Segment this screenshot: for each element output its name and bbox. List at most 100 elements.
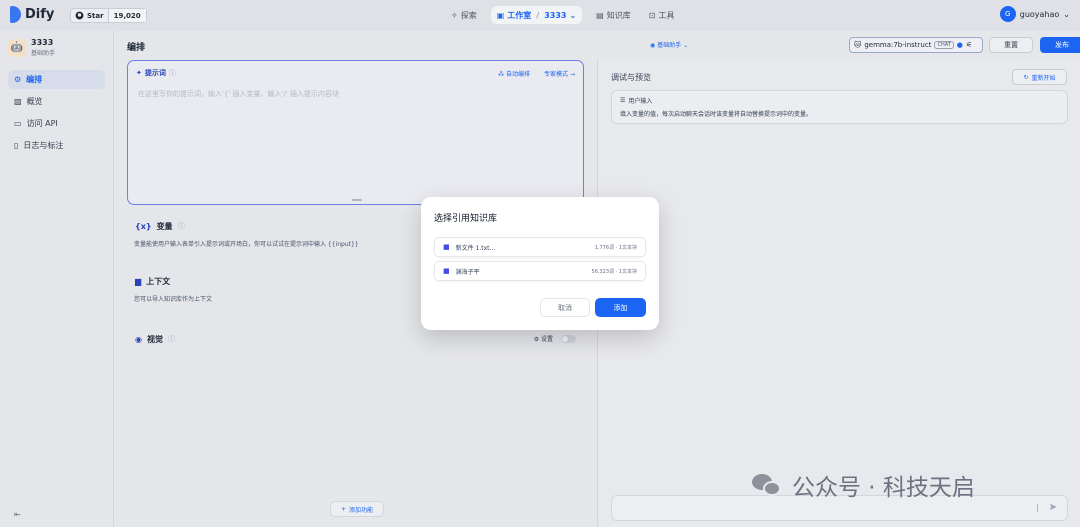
dify-logo-icon <box>10 6 21 23</box>
knowledge-name: 新文件 1.txt... <box>455 244 496 252</box>
robot-icon: 🤖 <box>8 38 26 57</box>
compass-icon: ✧ <box>451 10 458 20</box>
sidebar-item-label: 概览 <box>26 97 43 106</box>
sliders-icon[interactable]: ⚟ <box>966 41 972 49</box>
dify-logo[interactable]: Dify <box>10 6 54 23</box>
app-sidebar: 🤖 3333 基础助手 ⚙ 编排 ▨ 概览 ▭ 访问 API ▯ 日志与标注 ⇤ <box>0 31 114 527</box>
github-star-button[interactable]: Star 19,020 <box>70 8 147 23</box>
sidebar-item-api[interactable]: ▭ 访问 API <box>8 114 105 133</box>
expert-mode-button[interactable]: 专家模式 → <box>544 69 575 78</box>
user-input-desc: 填入变量的值，每次启动聊天会话时该变量将自动替换提示词中的变量。 <box>620 111 813 118</box>
refresh-icon: ↻ <box>1023 73 1029 81</box>
vision-settings-button[interactable]: ⚙ 设置 <box>534 334 553 343</box>
chevron-down-icon: ⌄ <box>1063 9 1070 19</box>
restart-button[interactable]: ↻ 重新开始 <box>1012 69 1067 85</box>
restart-label: 重新开始 <box>1031 74 1056 82</box>
sidebar-item-label: 日志与标注 <box>23 141 64 150</box>
prompt-editor[interactable]: ✦ 提示词 ⓘ ⁂ 自动编排 专家模式 → 在这里写你的提示词，输入'{' 插入… <box>127 60 584 205</box>
nav-knowledge[interactable]: ▤ 知识库 <box>592 6 635 24</box>
add-feature-label: 添加功能 <box>349 506 374 514</box>
nav-studio-label: 工作室 <box>507 10 532 20</box>
reset-button[interactable]: 重置 <box>989 37 1033 53</box>
sidebar-item-overview[interactable]: ▨ 概览 <box>8 92 105 111</box>
vision-settings-label: 设置 <box>540 336 553 343</box>
select-knowledge-modal: 选择引用知识库 ■ 新文件 1.txt... 1,776词 · 1文本块 ■ 渊… <box>421 197 659 330</box>
sidebar-item-label: 访问 API <box>26 119 58 128</box>
wechat-icon <box>752 472 784 498</box>
avatar: G <box>999 6 1016 22</box>
app-type: 基础助手 <box>31 50 56 57</box>
folder-icon: ■ <box>443 243 450 251</box>
prompt-label-text: 提示词 <box>144 69 166 77</box>
folder-icon: ■ <box>443 267 450 275</box>
main-header: 编排 ◉ 基础助手 ⌄ 🐱 gemma:7b-instruct CHAT ● ⚟… <box>115 31 1080 59</box>
debug-title: 调试与预览 <box>611 73 651 82</box>
knowledge-item[interactable]: ■ 新文件 1.txt... 1,776词 · 1文本块 <box>434 237 646 257</box>
star-count: 19,020 <box>113 11 141 20</box>
sparkle-icon: ✦ <box>136 69 142 77</box>
nav-explore[interactable]: ✧ 探索 <box>447 6 481 24</box>
vision-toggle[interactable] <box>561 334 576 343</box>
help-icon[interactable]: ⓘ <box>168 334 175 344</box>
chevron-down-icon: ⌄ <box>569 10 577 20</box>
help-icon[interactable]: ⓘ <box>169 68 176 78</box>
vision-title: 视觉 <box>146 334 163 344</box>
prompt-header: ✦ 提示词 ⓘ ⁂ 自动编排 专家模式 → <box>128 61 583 85</box>
input-divider-icon: | <box>1036 503 1039 512</box>
status-dot-icon: ● <box>956 41 963 49</box>
user-input-title: ☰ 用户输入 <box>620 96 1059 105</box>
nav-tools[interactable]: ⊡ 工具 <box>645 6 679 24</box>
chat-badge: CHAT <box>934 41 954 49</box>
assistant-mode-label: 基础助手 <box>657 42 682 49</box>
cancel-button[interactable]: 取消 <box>540 298 590 317</box>
collapse-sidebar-icon[interactable]: ⇤ <box>14 510 21 519</box>
magic-icon: ⁂ <box>498 70 507 78</box>
auto-orchestrate-label: 自动编排 <box>506 70 531 78</box>
variables-title: 变量 <box>156 221 173 231</box>
arrow-right-icon: → <box>568 70 575 78</box>
context-title: 上下文 <box>146 276 171 286</box>
help-icon[interactable]: ⓘ <box>178 221 185 231</box>
app-header: 🤖 3333 基础助手 <box>0 31 113 64</box>
user-input-title-text: 用户输入 <box>628 98 653 105</box>
plus-icon: + <box>340 505 346 513</box>
nav-knowledge-label: 知识库 <box>606 10 631 20</box>
watermark: 公众号 · 科技天启 <box>752 468 975 502</box>
assistant-mode-select[interactable]: ◉ 基础助手 ⌄ <box>650 40 688 49</box>
debug-preview-panel: 调试与预览 ↻ 重新开始 ☰ 用户输入 填入变量的值，每次启动聊天会话时该变量将自… <box>597 59 1080 527</box>
model-name: gemma:7b-instruct <box>864 41 932 49</box>
chart-icon: ▨ <box>14 97 22 106</box>
sidebar-item-label: 编排 <box>26 75 43 84</box>
nav-app-label[interactable]: 3333 <box>544 11 566 20</box>
list-icon: ☰ <box>620 97 626 104</box>
document-icon: ▆ <box>135 276 142 286</box>
briefcase-icon: ⊡ <box>648 10 656 20</box>
watermark-text: 公众号 · 科技天启 <box>792 475 975 501</box>
file-icon: ▯ <box>14 141 19 150</box>
sidebar-item-logs[interactable]: ▯ 日志与标注 <box>8 136 105 155</box>
knowledge-meta: 1,776词 · 1文本块 <box>594 244 637 251</box>
publish-button[interactable]: 发布 <box>1040 37 1080 53</box>
expert-mode-label: 专家模式 <box>544 70 569 78</box>
add-button[interactable]: 添加 <box>595 298 646 317</box>
gear-icon: ⚙ <box>533 336 541 343</box>
add-feature-button[interactable]: + 添加功能 <box>330 501 384 517</box>
user-input-card: ☰ 用户输入 填入变量的值，每次启动聊天会话时该变量将自动替换提示词中的变量。 <box>611 90 1068 124</box>
sidebar-item-orchestrate[interactable]: ⚙ 编排 <box>8 70 105 89</box>
user-menu[interactable]: G guoyahao ⌄ <box>999 6 1070 22</box>
auto-orchestrate-button[interactable]: ⁂ 自动编排 <box>498 69 530 78</box>
nav-tools-label: 工具 <box>658 10 675 20</box>
nav-studio[interactable]: ▣ 工作室 / 3333 ⌄ <box>490 6 583 24</box>
nav-separator: / <box>536 10 540 20</box>
send-icon[interactable]: ➤ <box>1049 502 1057 513</box>
sidebar-menu: ⚙ 编排 ▨ 概览 ▭ 访问 API ▯ 日志与标注 <box>0 64 113 161</box>
book-icon: ▤ <box>596 10 604 20</box>
prompt-placeholder[interactable]: 在这里写你的提示词，输入'{' 插入变量、输入'/' 插入提示内容块 <box>128 85 583 103</box>
model-selector[interactable]: 🐱 gemma:7b-instruct CHAT ● ⚟ <box>849 37 983 53</box>
gear-icon: ⚙ <box>14 75 22 84</box>
resize-handle[interactable] <box>352 199 362 201</box>
terminal-icon: ▭ <box>14 119 22 128</box>
knowledge-meta: 56,323词 · 1文本块 <box>591 268 637 275</box>
knowledge-item[interactable]: ■ 渊海子平 56,323词 · 1文本块 <box>434 261 646 281</box>
brand-name: Dify <box>25 7 55 22</box>
